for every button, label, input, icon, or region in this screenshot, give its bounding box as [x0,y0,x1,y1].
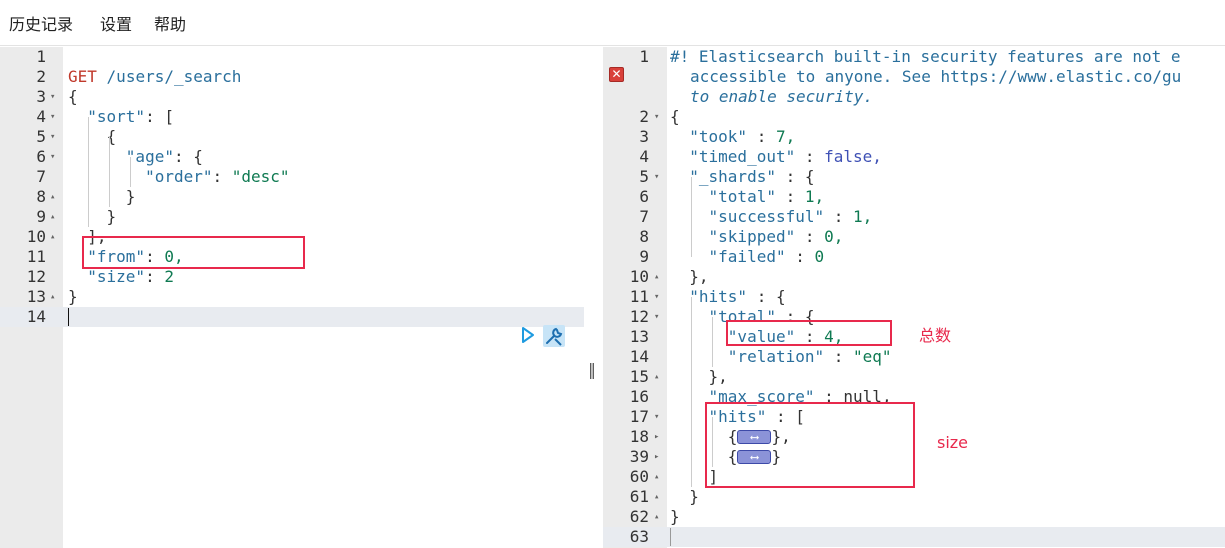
response-viewer: ✕ 1 2 ▾ 3 4 5 ▾ 6 7 8 9 10 ▴ 11 ▾ 12 ▾ 13 14 15 ▴ 16 17 ▾ 18 ▸ 39 ▸… [603,47,1225,548]
request-editor[interactable]: 1 2 3 ▾ 4 ▾ 5 ▾ 6 ▾ 7 8 ▴ 9 ▴ 10 ▴ 11 12 13 ▴ 14 GET /users/_… [0,47,584,548]
request-line: { [68,87,78,106]
gutter-row: 63 [603,527,1225,547]
line-number: 14 [26,307,46,326]
line-number: 63 [629,527,649,546]
wrench-icon[interactable] [543,325,565,347]
request-line: GET /users/_search [0,67,584,87]
indent-guide [691,177,692,257]
total-value-highlight-box [726,320,892,346]
from-highlight-box [82,236,305,269]
indent-guide [712,317,713,367]
gutter-row: 1 [0,47,584,67]
menu-history[interactable]: 历史记录 [9,11,73,35]
indent-guide [130,157,131,187]
indent-guide [109,137,110,207]
pane-divider[interactable] [584,47,603,548]
resize-handle[interactable]: ‖ [588,360,596,379]
menu-settings[interactable]: 设置 [100,11,132,35]
http-method: GET [68,67,97,86]
gutter-row: 14 [0,307,584,327]
menu-help[interactable]: 帮助 [154,11,186,35]
text-cursor [68,308,69,326]
request-line: } [68,287,78,306]
menu-bar: 历史记录 设置 帮助 [0,0,1225,46]
total-annotation: 总数 [919,326,952,345]
indent-guide [88,117,89,227]
security-warning: #! Elasticsearch built-in security featu… [670,47,1181,66]
hits-array-highlight-box [705,402,915,488]
text-cursor [670,528,671,546]
size-annotation: size [937,433,969,452]
indent-guide [691,297,692,487]
play-icon[interactable] [520,326,536,344]
request-url: /users/_search [106,67,242,86]
request-line: "size": 2 [87,267,174,286]
line-number: 1 [36,47,46,66]
